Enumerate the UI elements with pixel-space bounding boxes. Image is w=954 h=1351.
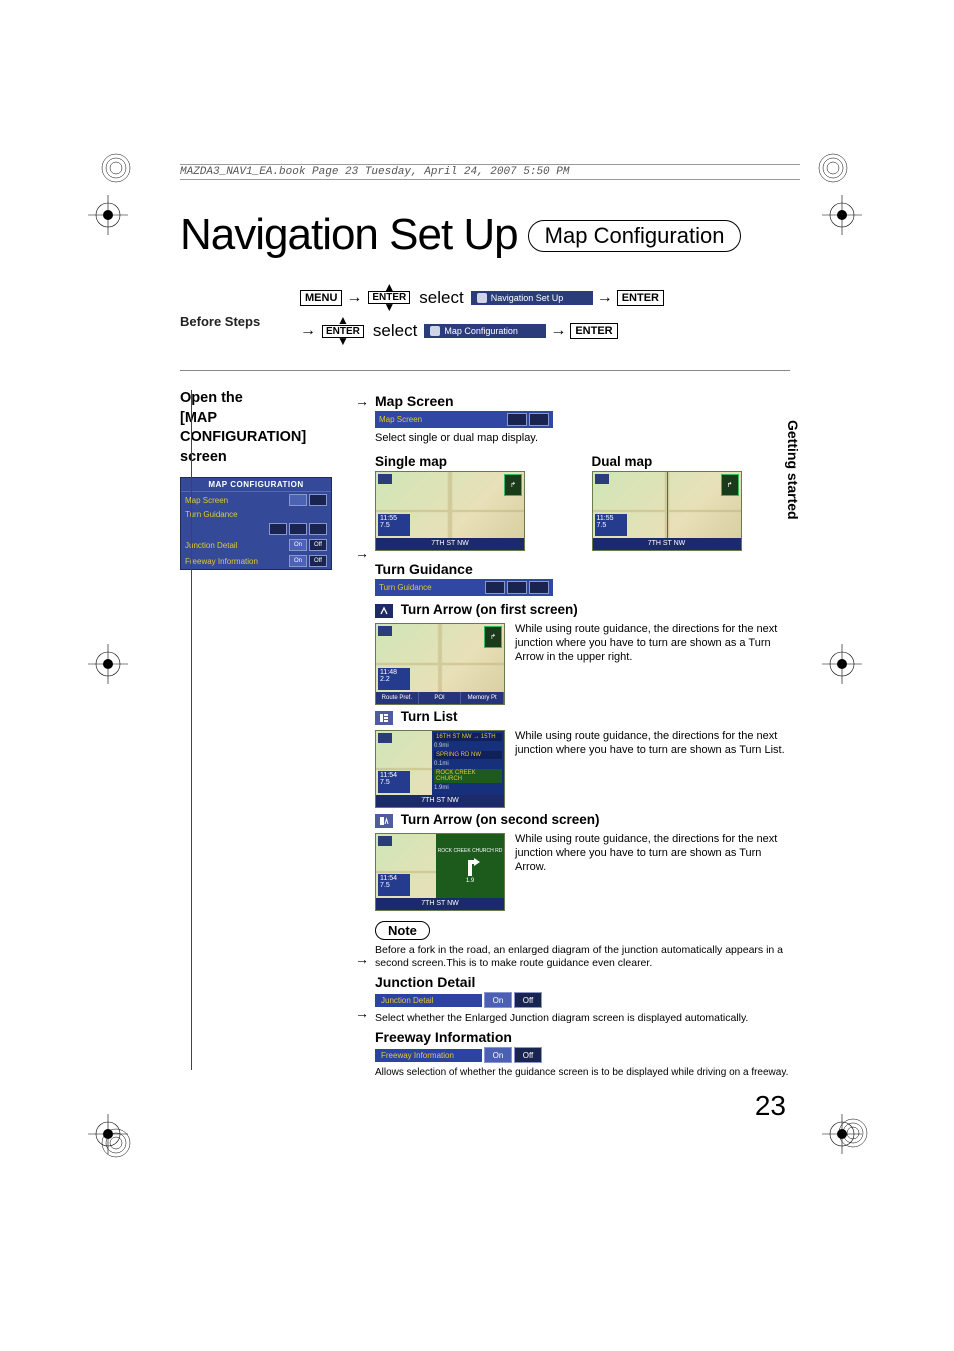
- screen-label-bar: Turn Guidance: [375, 579, 553, 596]
- registration-mark-ml: [88, 644, 128, 684]
- off-button[interactable]: Off: [514, 1047, 542, 1063]
- panel-option[interactable]: [309, 523, 327, 535]
- title-subtitle-pill: Map Configuration: [528, 220, 742, 252]
- off-button[interactable]: Off: [309, 555, 327, 567]
- left-heading: screen: [180, 448, 375, 468]
- turn-arrow-second-icon: [375, 814, 393, 828]
- panel-row-label: Freeway Information: [185, 557, 258, 566]
- left-heading: Open the: [180, 389, 375, 409]
- panel-row-label: Junction Detail: [185, 541, 237, 550]
- sub-heading: Single map: [375, 454, 574, 469]
- dual-map-screenshot: 11:557.5 ↱ 7TH ST NW: [592, 471, 742, 551]
- option-icon[interactable]: [529, 581, 549, 594]
- registration-mark-tr: [822, 195, 862, 235]
- on-button[interactable]: On: [289, 539, 307, 551]
- description-text: Allows selection of whether the guidance…: [375, 1067, 790, 1080]
- screen-label-bar: Map Screen: [375, 411, 553, 428]
- select-label: select: [373, 321, 417, 341]
- arrow-right-icon: →: [355, 1005, 369, 1021]
- arrow-right-icon: →: [550, 322, 566, 340]
- turn-list-icon: [375, 711, 393, 725]
- description-text: While using route guidance, the directio…: [515, 730, 790, 758]
- corner-ornament: [98, 150, 134, 186]
- note-label: Note: [375, 921, 430, 940]
- description-text: Select single or dual map display.: [375, 432, 790, 444]
- page-header: MAZDA3_NAV1_EA.book Page 23 Tuesday, Apr…: [180, 164, 800, 180]
- arrow-right-icon: →: [597, 289, 613, 307]
- option-icon[interactable]: [507, 581, 527, 594]
- section-heading: Freeway Information: [375, 1029, 790, 1045]
- sub-heading: Turn Arrow (on second screen): [375, 812, 790, 827]
- turn-arrow-second-screenshot: 11:547.5 ROCK CREEK CHURCH RD 1.9 7TH ST…: [375, 833, 505, 911]
- turn-list-screenshot: 11:547.5 16TH ST NW → 15TH 0.9mi SPRING …: [375, 730, 505, 808]
- option-icon[interactable]: [507, 413, 527, 426]
- panel-option[interactable]: [289, 523, 307, 535]
- enter-key: ENTER: [617, 290, 664, 306]
- panel-option[interactable]: [269, 523, 287, 535]
- description-text: Select whether the Enlarged Junction dia…: [375, 1012, 790, 1025]
- turn-arrow-icon: [375, 604, 393, 618]
- off-button[interactable]: Off: [309, 539, 327, 551]
- registration-mark-tl: [88, 195, 128, 235]
- section-heading: Turn Guidance: [375, 561, 790, 577]
- corner-ornament: [835, 1115, 871, 1151]
- panel-title: MAP CONFIGURATION: [181, 478, 331, 492]
- dpad-icon: ▲ ENTER ▼: [322, 317, 364, 344]
- vertical-rule: [191, 390, 192, 1070]
- turn-arrow-screenshot: 11:482.2 ↱ Route Pref.POIMemory Pt: [375, 623, 505, 705]
- arrow-right-icon: →: [355, 545, 369, 561]
- menu-key: MENU: [300, 290, 342, 306]
- section-heading: Junction Detail: [375, 974, 790, 990]
- left-heading: [MAP: [180, 409, 375, 429]
- arrow-right-icon: →: [355, 951, 369, 967]
- on-button[interactable]: On: [289, 555, 307, 567]
- page-number: 23: [755, 1090, 786, 1122]
- corner-ornament: [98, 1125, 134, 1161]
- sub-heading: Turn List: [375, 709, 790, 724]
- corner-ornament: [815, 150, 851, 186]
- freeway-info-bar: Freeway Information: [375, 1049, 482, 1062]
- sub-heading: Dual map: [592, 454, 791, 469]
- map-configuration-panel: MAP CONFIGURATION Map Screen Turn Guidan…: [180, 477, 332, 570]
- page-title: Navigation Set Up: [180, 210, 518, 260]
- left-heading: CONFIGURATION]: [180, 428, 375, 448]
- map-config-chip: Map Configuration: [424, 324, 546, 338]
- on-button[interactable]: On: [484, 1047, 512, 1063]
- select-label: select: [419, 288, 463, 308]
- enter-key: ENTER: [570, 323, 617, 339]
- panel-option[interactable]: [289, 494, 307, 506]
- before-steps-label: Before Steps: [180, 314, 260, 329]
- description-text: While using route guidance, the directio…: [515, 833, 790, 874]
- note-text: Before a fork in the road, an enlarged d…: [375, 944, 790, 970]
- section-heading: Map Screen: [375, 393, 790, 409]
- sub-heading: Turn Arrow (on first screen): [375, 602, 790, 617]
- description-text: While using route guidance, the directio…: [515, 623, 790, 664]
- single-map-screenshot: 11:557.5 ↱ 7TH ST NW: [375, 471, 525, 551]
- section-tab: Getting started: [785, 420, 801, 520]
- dpad-icon: ▲ ENTER ▼: [368, 284, 410, 311]
- off-button[interactable]: Off: [514, 992, 542, 1008]
- arrow-right-icon: →: [346, 289, 362, 307]
- registration-mark-mr: [822, 644, 862, 684]
- option-icon[interactable]: [485, 581, 505, 594]
- arrow-right-icon: →: [355, 393, 369, 409]
- nav-setup-chip: Navigation Set Up: [471, 291, 593, 305]
- on-button[interactable]: On: [484, 992, 512, 1008]
- option-icon[interactable]: [529, 413, 549, 426]
- arrow-right-icon: →: [300, 322, 316, 340]
- panel-row-label: Turn Guidance: [185, 510, 238, 519]
- junction-detail-bar: Junction Detail: [375, 994, 482, 1007]
- panel-option[interactable]: [309, 494, 327, 506]
